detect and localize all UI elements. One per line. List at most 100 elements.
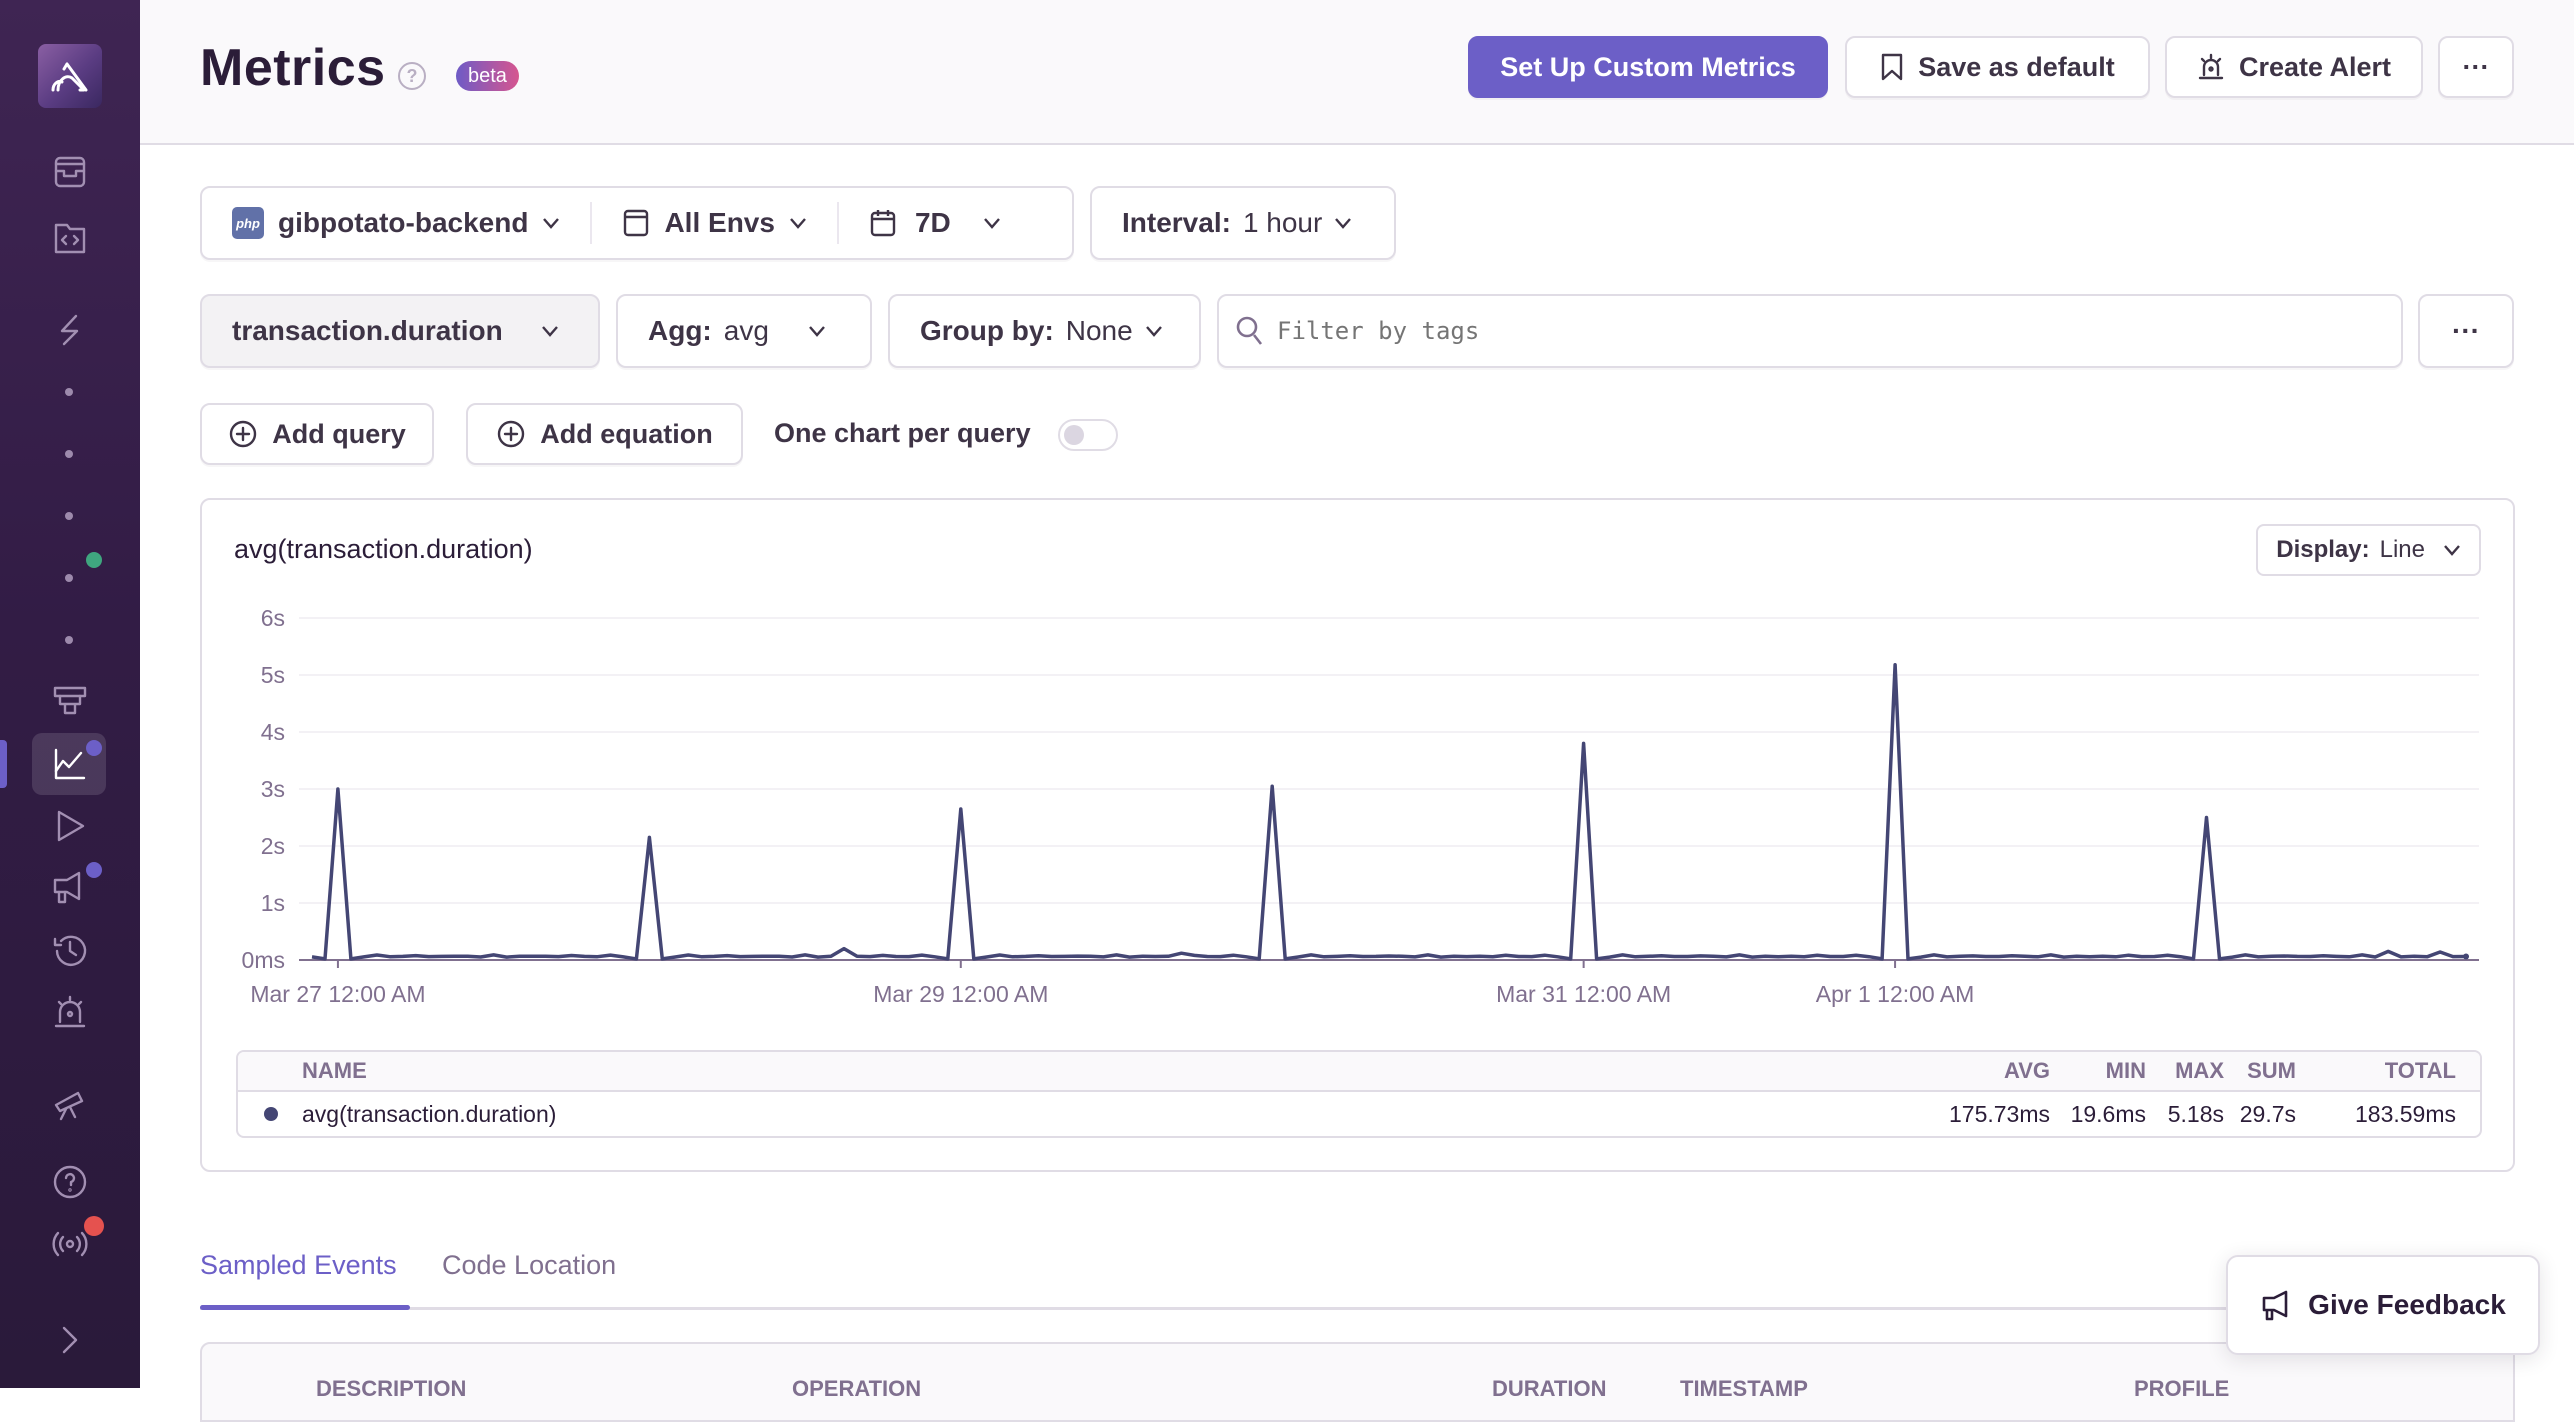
series-avg: 175.73ms [1948,1100,2050,1127]
summary-table-row[interactable]: avg(transaction.duration) 175.73ms 19.6m… [238,1092,2480,1136]
col-max: MAX [2175,1058,2224,1083]
project-selector[interactable]: php gibpotato-backend [202,188,590,258]
beta-badge: beta [456,61,519,91]
col-duration[interactable]: DURATION [1492,1376,1606,1402]
chevron-down-icon [2444,545,2460,556]
sidebar-item-projects[interactable] [44,212,96,264]
setup-custom-metrics-label: Set Up Custom Metrics [1500,51,1796,82]
sidebar-subitem-dot[interactable] [65,450,73,458]
line-chart[interactable]: 0ms 1s 2s 3s 4s 5s 6s Mar 27 12:00 AM Mar 29 12… [202,590,2517,1020]
setup-custom-metrics-button[interactable]: Set Up Custom Metrics [1468,36,1828,98]
sidebar-item-dashboards[interactable] [44,676,96,728]
one-chart-per-query-label: One chart per query [774,418,1031,448]
series-color-dot [264,1092,278,1136]
sentry-logo[interactable] [38,44,102,108]
agg-value: avg [723,315,769,346]
summary-table: NAME AVG MIN MAX SUM TOTAL avg(transacti… [236,1050,2482,1138]
interval-value: 1 hour [1242,207,1323,238]
x-tick-label: Mar 29 12:00 AM [873,981,1048,1007]
y-axis-ticks: 0ms 1s 2s 3s 4s 5s 6s [242,605,285,973]
col-operation[interactable]: OPERATION [792,1376,921,1402]
one-chart-per-query-toggle[interactable] [1058,419,1118,451]
sidebar-item-replays[interactable] [44,800,96,852]
tab-code-location[interactable]: Code Location [442,1250,616,1281]
display-label: Display: [2276,536,2370,563]
col-total: TOTAL [2384,1058,2456,1083]
series-total: 183.59ms [2354,1100,2456,1127]
sidebar-collapse-button[interactable] [44,1314,96,1366]
display-type-selector[interactable]: Display: Line [2256,524,2481,576]
chevron-right-icon [62,1326,78,1354]
chevron-down-icon [790,218,806,229]
sidebar-subitem-dot[interactable] [65,388,73,396]
query-more-button[interactable]: ··· [2418,294,2514,368]
play-icon [57,810,85,842]
col-profile[interactable]: PROFILE [2134,1376,2229,1402]
summary-table-header: NAME AVG MIN MAX SUM TOTAL [238,1052,2480,1092]
add-query-button[interactable]: Add query [200,403,434,465]
environment-value: All Envs [664,207,775,238]
page-title: Metrics [200,39,386,97]
lightning-icon [60,314,79,346]
question-icon[interactable]: ? [398,62,426,90]
tag-filter-search[interactable] [1217,294,2403,368]
y-tick-label: 2s [261,833,285,859]
sidebar-item-help[interactable] [44,1156,96,1208]
sidebar-subitem-dot[interactable] [65,512,73,520]
sampled-events-table: DESCRIPTION OPERATION DURATION TIMESTAMP… [200,1342,2515,1422]
sidebar-item-whats-new[interactable] [44,1078,96,1130]
series-line-avg-transaction-duration [311,662,2467,961]
telescope-icon [54,1091,84,1121]
php-platform-icon: php [232,207,264,239]
col-timestamp[interactable]: TIMESTAMP [1680,1376,1808,1402]
active-indicator [0,740,7,788]
add-equation-button[interactable]: Add equation [466,403,743,465]
x-tick-label: Mar 27 12:00 AM [250,981,425,1007]
environment-selector[interactable]: All Envs [590,202,836,244]
tag-filter-input[interactable] [1277,317,2357,345]
series-end-point [2463,953,2470,960]
save-as-default-label: Save as default [1918,51,2115,82]
megaphone-icon [53,871,81,904]
save-as-default-button[interactable]: Save as default [1845,36,2150,98]
sidebar-subitem-dot[interactable] [65,574,73,582]
aggregation-selector[interactable]: Agg: avg [616,294,872,368]
sidebar-subitem-dot[interactable] [65,636,73,644]
alert-badge-dot [84,1216,104,1236]
sidebar-item-alerts[interactable] [44,986,96,1038]
new-badge-dot [86,740,102,756]
metric-selector[interactable]: transaction.duration [200,294,600,368]
col-sum: SUM [2247,1058,2296,1083]
history-icon [53,935,87,966]
x-tick-label: Mar 31 12:00 AM [1496,981,1671,1007]
interval-selector[interactable]: Interval: 1 hour [1090,186,1396,260]
calendar-icon [870,210,896,237]
col-min: MIN [2105,1058,2146,1083]
help-icon [53,1165,87,1199]
page-header: Metrics ? beta Set Up Custom Metrics Sav… [140,0,2574,145]
sidebar-item-performance[interactable] [44,304,96,356]
ellipsis-icon: ··· [2462,51,2490,82]
metric-value: transaction.duration [232,315,503,346]
y-tick-label: 3s [261,776,285,802]
series-min: 19.6ms [2070,1100,2146,1127]
code-folder-icon [54,223,86,254]
siren-icon [54,995,86,1028]
project-name: gibpotato-backend [278,207,529,238]
col-description[interactable]: DESCRIPTION [316,1376,466,1402]
create-alert-button[interactable]: Create Alert [2165,36,2423,98]
sidebar-item-crons[interactable] [44,924,96,976]
sidebar-item-issues[interactable] [44,146,96,198]
group-by-selector[interactable]: Group by: None [888,294,1201,368]
col-name: NAME [302,1058,367,1083]
series-max: 5.18s [2167,1100,2224,1127]
y-tick-label: 4s [261,719,285,745]
give-feedback-button[interactable]: Give Feedback [2226,1255,2540,1355]
more-options-button[interactable]: ··· [2438,36,2514,98]
tab-sampled-events[interactable]: Sampled Events [200,1250,397,1281]
group-by-label: Group by: [920,315,1054,346]
chart-gridlines [299,617,2479,961]
widget-title: avg(transaction.duration) [234,534,533,564]
date-range-selector[interactable]: 7D [836,202,1031,244]
chevron-down-icon [543,218,560,229]
